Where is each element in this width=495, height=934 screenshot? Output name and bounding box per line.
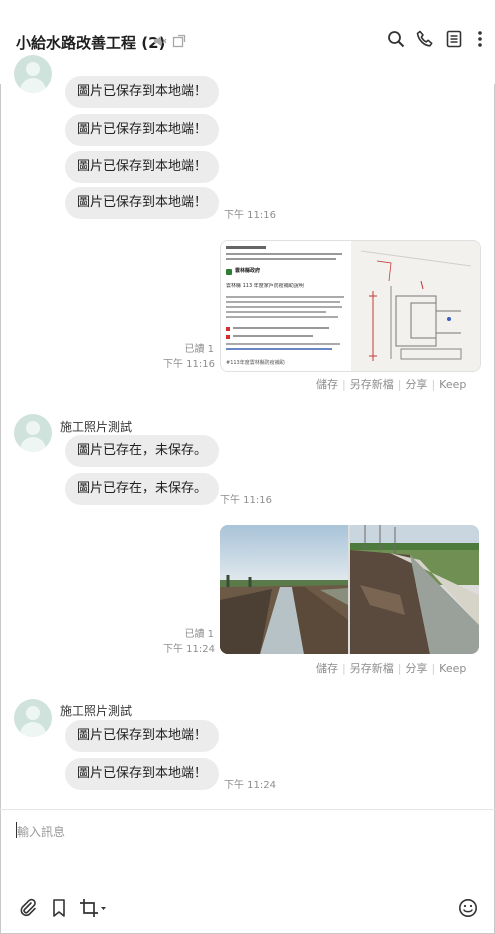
notes-button[interactable] (443, 30, 465, 52)
message-bubble[interactable]: 圖片已存在，未保存。 (65, 473, 220, 505)
message-bubble[interactable]: 圖片已保存到本地端！ (65, 114, 220, 146)
keep-link[interactable]: Keep (439, 662, 466, 675)
search-icon (387, 30, 405, 52)
external-window-icon[interactable] (172, 34, 186, 52)
read-receipt: 已讀 1 (184, 344, 214, 355)
more-icon (477, 30, 483, 52)
keep-link[interactable]: Keep (439, 378, 466, 391)
chat-title[interactable]: 小給水路改善工程 (2) (16, 32, 165, 53)
chat-title-text: 小給水路改善工程 (16, 34, 137, 52)
canal-photo-left (220, 525, 348, 654)
sender-name: 施工照片測試 (60, 420, 133, 434)
text-caret (16, 822, 17, 838)
phone-icon (416, 30, 434, 52)
bookmark-icon (51, 898, 67, 922)
emoji-button[interactable] (456, 898, 480, 922)
avatar[interactable] (14, 414, 52, 452)
call-button[interactable] (414, 30, 436, 52)
share-link[interactable]: 分享 (405, 378, 427, 391)
document-subtitle: 雲林縣 113 年度家戶防疫補助說明 (226, 283, 304, 289)
avatar[interactable] (14, 55, 52, 93)
mute-icon (153, 34, 167, 52)
notes-icon (446, 30, 462, 52)
shared-image-document[interactable]: 雲林縣政府 雲林縣 113 年度家戶防疫補助說明 #113年度雲林縣防疫補助 (220, 240, 481, 372)
document-screenshot: 雲林縣政府 雲林縣 113 年度家戶防疫補助說明 #113年度雲林縣防疫補助 (221, 241, 349, 371)
more-options-button[interactable] (469, 30, 491, 52)
message-bubble[interactable]: 圖片已保存到本地端！ (65, 758, 220, 790)
shared-image-photos[interactable] (220, 525, 479, 654)
screenshot-button[interactable] (78, 898, 108, 922)
message-bubble[interactable]: 圖片已保存到本地端！ (65, 76, 220, 108)
message-time: 下午 11:16 (220, 495, 272, 506)
document-heading: 雲林縣政府 (235, 268, 261, 274)
chat-header: 小給水路改善工程 (2) (0, 0, 495, 84)
attach-file-button[interactable] (16, 898, 40, 922)
image-actions: 儲存 | 另存新檔 | 分享 | Keep (316, 662, 467, 675)
smiley-icon (458, 898, 478, 922)
message-bubble[interactable]: 圖片已保存到本地端！ (65, 720, 220, 752)
document-footer: #113年度雲林縣防疫補助 (226, 360, 285, 366)
compose-divider (0, 809, 495, 810)
sender-name: 施工照片測試 (60, 704, 133, 718)
message-time: 下午 11:24 (224, 780, 276, 791)
message-bubble[interactable]: 圖片已保存到本地端！ (65, 187, 220, 219)
avatar[interactable] (14, 699, 52, 737)
save-link[interactable]: 儲存 (316, 662, 338, 675)
message-bubble[interactable]: 圖片已存在，未保存。 (65, 435, 220, 467)
message-bubble[interactable]: 圖片已保存到本地端！ (65, 151, 220, 183)
search-button[interactable] (385, 30, 407, 52)
hand-drawn-plan-photo (351, 241, 480, 371)
canal-photo-right (350, 525, 479, 654)
save-as-link[interactable]: 另存新檔 (350, 378, 394, 391)
share-link[interactable]: 分享 (405, 662, 427, 675)
read-receipt: 已讀 1 (184, 629, 214, 640)
paperclip-icon (18, 898, 38, 922)
keep-button[interactable] (47, 898, 71, 922)
message-time: 下午 11:16 (224, 210, 276, 221)
message-time: 下午 11:16 (163, 359, 215, 370)
message-time: 下午 11:24 (163, 644, 215, 655)
save-as-link[interactable]: 另存新檔 (350, 662, 394, 675)
message-input[interactable]: 輸入訊息 (17, 823, 65, 840)
crop-icon (79, 898, 107, 922)
save-link[interactable]: 儲存 (316, 378, 338, 391)
image-actions: 儲存 | 另存新檔 | 分享 | Keep (316, 378, 467, 391)
